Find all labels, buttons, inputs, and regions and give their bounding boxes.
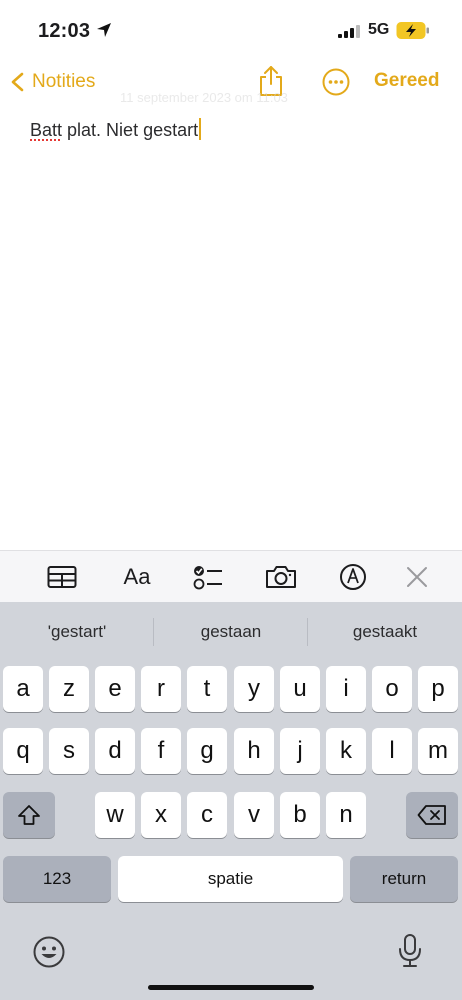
back-label: Notities	[32, 71, 96, 92]
format-button[interactable]: Aa	[117, 561, 157, 593]
suggestion-1[interactable]: 'gestart'	[0, 622, 154, 642]
status-bar: 12:03 5G	[0, 0, 462, 60]
network-type: 5G	[368, 21, 390, 38]
checklist-icon	[193, 566, 222, 590]
key-h[interactable]: h	[234, 728, 274, 774]
microphone-icon[interactable]	[396, 933, 424, 969]
key-q[interactable]: q	[3, 728, 43, 774]
done-button[interactable]: Gereed	[374, 70, 439, 92]
key-a[interactable]: a	[3, 666, 43, 712]
battery-charging-icon	[396, 22, 429, 39]
key-b[interactable]: b	[280, 792, 320, 838]
shift-key[interactable]	[3, 792, 55, 838]
key-j[interactable]: j	[280, 728, 320, 774]
key-n[interactable]: n	[326, 792, 366, 838]
home-indicator	[148, 985, 314, 990]
key-x[interactable]: x	[141, 792, 181, 838]
chevron-left-icon	[11, 72, 24, 92]
key-g[interactable]: g	[187, 728, 227, 774]
close-icon	[407, 567, 427, 587]
signal-icon	[338, 25, 360, 38]
note-text: plat. Niet gestart	[62, 120, 199, 140]
return-key[interactable]: return	[350, 856, 458, 902]
close-toolbar-button[interactable]	[400, 561, 434, 593]
key-p[interactable]: p	[418, 666, 458, 712]
suggestion-bar: 'gestart' gestaan gestaakt	[0, 602, 462, 664]
formatting-toolbar: Aa	[0, 550, 462, 602]
camera-icon	[266, 566, 296, 588]
key-w[interactable]: w	[95, 792, 135, 838]
back-button[interactable]: Notities	[8, 64, 95, 100]
suggestion-3[interactable]: gestaakt	[308, 622, 462, 642]
table-button[interactable]	[45, 561, 79, 593]
emoji-icon[interactable]	[32, 935, 66, 969]
keyboard: 'gestart' gestaan gestaakt a z e r t y u…	[0, 602, 462, 1000]
key-i[interactable]: i	[326, 666, 366, 712]
status-time: 12:03	[38, 20, 91, 42]
table-icon	[47, 566, 77, 588]
key-s[interactable]: s	[49, 728, 89, 774]
markup-icon	[340, 564, 366, 590]
camera-button[interactable]	[264, 561, 298, 593]
key-z[interactable]: z	[49, 666, 89, 712]
key-r[interactable]: r	[141, 666, 181, 712]
key-e[interactable]: e	[95, 666, 135, 712]
key-o[interactable]: o	[372, 666, 412, 712]
key-c[interactable]: c	[187, 792, 227, 838]
key-d[interactable]: d	[95, 728, 135, 774]
checklist-button[interactable]	[191, 561, 225, 593]
suggestion-2[interactable]: gestaan	[154, 622, 308, 642]
key-v[interactable]: v	[234, 792, 274, 838]
note-date-faded: 11 september 2023 om 11:03	[120, 90, 288, 105]
key-t[interactable]: t	[187, 666, 227, 712]
key-f[interactable]: f	[141, 728, 181, 774]
shift-icon	[18, 805, 40, 825]
key-m[interactable]: m	[418, 728, 458, 774]
more-icon[interactable]	[321, 67, 351, 97]
note-text-area[interactable]: Batt plat. Niet gestart	[30, 118, 202, 141]
location-arrow-icon	[97, 23, 111, 37]
misspelled-word[interactable]: Batt	[30, 120, 62, 140]
key-u[interactable]: u	[280, 666, 320, 712]
key-k[interactable]: k	[326, 728, 366, 774]
key-y[interactable]: y	[234, 666, 274, 712]
markup-button[interactable]	[336, 561, 370, 593]
backspace-icon	[417, 805, 446, 825]
backspace-key[interactable]	[406, 792, 458, 838]
format-icon: Aa	[123, 564, 151, 589]
key-l[interactable]: l	[372, 728, 412, 774]
text-cursor	[199, 118, 202, 140]
numbers-key[interactable]: 123	[3, 856, 111, 902]
space-key[interactable]: spatie	[118, 856, 343, 902]
